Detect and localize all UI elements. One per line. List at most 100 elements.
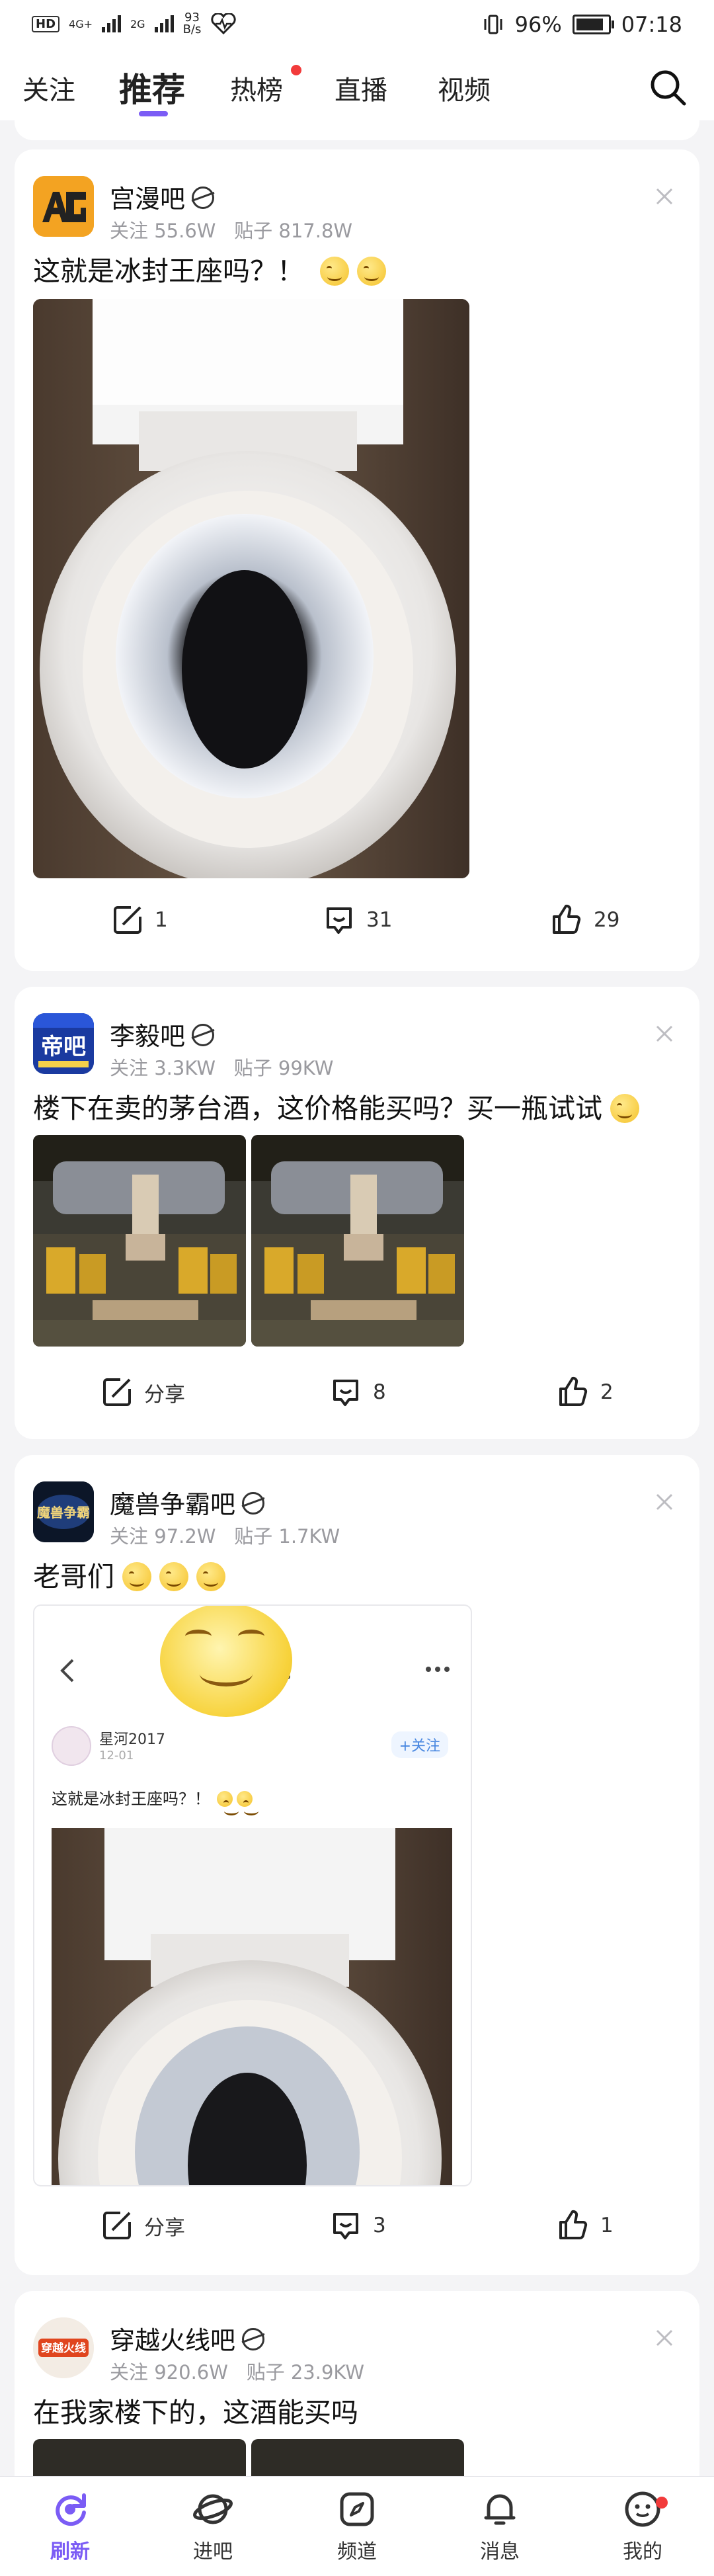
follow-label: 关注 [110,1525,149,1548]
close-icon[interactable] [654,187,674,206]
post-card[interactable]: 帝吧 李毅吧 关注 3.3KW 贴子 99KW 楼下在卖的茅台酒，这价格能买吗？… [15,987,699,1439]
bottom-nav: 刷新 进吧 频道 消息 我的 [0,2476,714,2576]
forum-name[interactable]: 魔兽争霸吧 [110,1490,235,1519]
planet-badge-icon [192,1024,215,1046]
forum-avatar[interactable]: 帝吧 [33,1013,94,1074]
planet-badge-icon [242,2328,265,2350]
posts-count: 1.7KW [278,1525,340,1548]
comment-button[interactable]: 31 [323,903,392,936]
battery-icon [572,15,614,34]
top-nav: 关注 推荐 热榜 直播 视频 [0,56,714,120]
forum-name[interactable]: 宫漫吧 [110,185,185,214]
forum-avatar[interactable] [33,176,94,237]
network-2g-label: 2G [130,17,145,30]
forum-avatar[interactable]: 穿越火线 [33,2317,94,2378]
post-title[interactable]: 这就是冰封王座吗？！ [33,255,304,287]
tab-video[interactable]: 视频 [438,69,491,107]
forum-stats: 关注 55.6W 贴子 817.8W [110,216,352,243]
embedded-screenshot[interactable]: 吧 星河2017 12-01 +关注 这就是冰封王座吗？！ [33,1604,472,2186]
nav-forums[interactable]: 进吧 [173,2489,253,2564]
tab-hot[interactable]: 热榜 [230,69,283,107]
follow-label: 关注 [110,1057,149,1079]
nav-profile[interactable]: 我的 [603,2489,682,2564]
post-image[interactable] [251,1135,464,1347]
embedded-post-title: 这就是冰封王座吗？！ [52,1790,210,1808]
follow-label: 关注 [110,220,149,242]
follow-label: 关注 [110,2361,149,2384]
thumbs-up-icon [553,904,581,934]
planet-icon [193,2494,233,2524]
smile-emoji-icon [217,1791,239,1815]
forum-avatar[interactable]: 魔兽争霸 [33,1481,94,1542]
tab-live[interactable]: 直播 [335,69,387,107]
share-button[interactable]: 分享 [100,1376,185,1409]
nav-label: 进吧 [193,2540,233,2563]
network-4g-label: 4G+ [69,17,93,30]
forum-name[interactable]: 穿越火线吧 [110,2326,235,2355]
bell-icon [484,2494,516,2525]
like-button[interactable]: 29 [550,903,619,936]
forum-stats: 关注 97.2W 贴子 1.7KW [110,1521,340,1549]
nav-messages[interactable]: 消息 [460,2489,539,2564]
signal-icon [102,15,121,32]
thumbs-up-icon [559,2210,588,2239]
share-icon [103,1378,131,1406]
share-button[interactable]: 1 [111,903,168,936]
post-title[interactable]: 老哥们 [33,1561,114,1593]
posts-label: 贴子 [234,1525,273,1548]
post-title[interactable]: 在我家楼下的，这酒能买吗 [33,2397,358,2429]
share-button[interactable]: 分享 [100,2209,185,2242]
smile-emoji-icon [320,257,349,286]
post-title[interactable]: 楼下在卖的茅台酒，这价格能买吗？买一瓶试试 [33,1093,602,1124]
svg-text:穿越火线: 穿越火线 [41,2341,86,2355]
nav-channels[interactable]: 频道 [317,2489,397,2564]
search-icon[interactable] [648,67,688,107]
tab-recommend[interactable]: 推荐 [119,63,185,111]
post-image[interactable] [33,299,469,878]
comment-button[interactable]: 3 [329,2209,386,2242]
active-tab-indicator [139,111,168,116]
svg-text:魔兽争霸: 魔兽争霸 [37,1505,90,1520]
like-button[interactable]: 1 [557,2209,614,2242]
previous-card-bottom [15,120,699,140]
more-icon [426,1667,450,1672]
hot-badge [291,65,301,75]
smile-emoji-icon [196,1562,225,1591]
close-icon[interactable] [654,1492,674,1512]
heart-rate-icon [211,13,237,34]
post-card[interactable]: 宫漫吧 关注 55.6W 贴子 817.8W 这就是冰封王座吗？！ 1 31 2… [15,149,699,971]
close-icon[interactable] [654,1024,674,1044]
embedded-username: 星河2017 [99,1731,165,1748]
follow-count: 55.6W [154,220,216,242]
post-image[interactable] [33,1135,246,1347]
nav-label: 频道 [337,2540,377,2563]
nav-refresh[interactable]: 刷新 [30,2489,110,2564]
vibrate-icon [484,15,502,34]
like-count: 29 [594,908,620,932]
hd-indicator: HD [32,15,60,32]
comment-icon [333,1380,358,1406]
battery-percent: 96% [514,12,562,37]
share-count: 1 [155,908,168,932]
share-label: 分享 [144,1382,185,1407]
post-card[interactable]: 魔兽争霸 魔兽争霸吧 关注 97.2W 贴子 1.7KW 老哥们 吧 星河201… [15,1455,699,2275]
posts-count: 817.8W [278,220,353,242]
smile-emoji-icon [357,257,386,286]
comment-icon [333,2213,358,2239]
face-icon [625,2491,660,2527]
planet-badge-icon [242,1492,265,1515]
comment-count: 3 [373,2214,386,2237]
like-button[interactable]: 2 [557,1376,614,1409]
share-icon [114,906,141,934]
forum-name[interactable]: 李毅吧 [110,1022,185,1051]
share-icon [103,2212,131,2239]
comment-button[interactable]: 8 [329,1376,386,1409]
refresh-icon [56,2493,86,2526]
nav-label: 我的 [623,2540,662,2563]
like-count: 2 [600,1380,614,1404]
planet-badge-icon [192,187,215,209]
close-icon[interactable] [654,2328,674,2348]
compass-icon [340,2492,374,2526]
tab-follow[interactable]: 关注 [22,69,75,107]
smile-emoji-icon [122,1562,151,1591]
